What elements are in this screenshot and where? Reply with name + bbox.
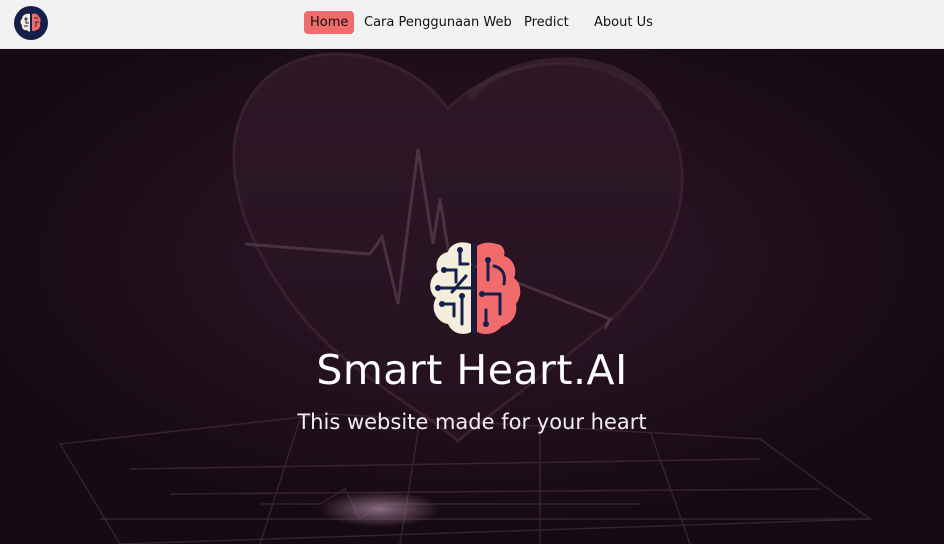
brain-heart-logo-icon <box>430 242 521 336</box>
nav-link-about-us[interactable]: About Us <box>594 11 653 34</box>
brain-heart-logo-icon[interactable] <box>14 6 48 40</box>
nav-link-cara-penggunaan-web[interactable]: Cara Penggunaan Web <box>364 11 512 34</box>
hero-title: Smart Heart.AI <box>316 346 628 394</box>
hero-section: Smart Heart.AI This website made for you… <box>0 49 944 544</box>
nav-link-predict[interactable]: Predict <box>524 11 569 34</box>
navbar: Home Cara Penggunaan Web Predict About U… <box>0 0 944 49</box>
hero-subtitle: This website made for your heart <box>297 410 647 434</box>
nav-link-home[interactable]: Home <box>304 11 355 34</box>
